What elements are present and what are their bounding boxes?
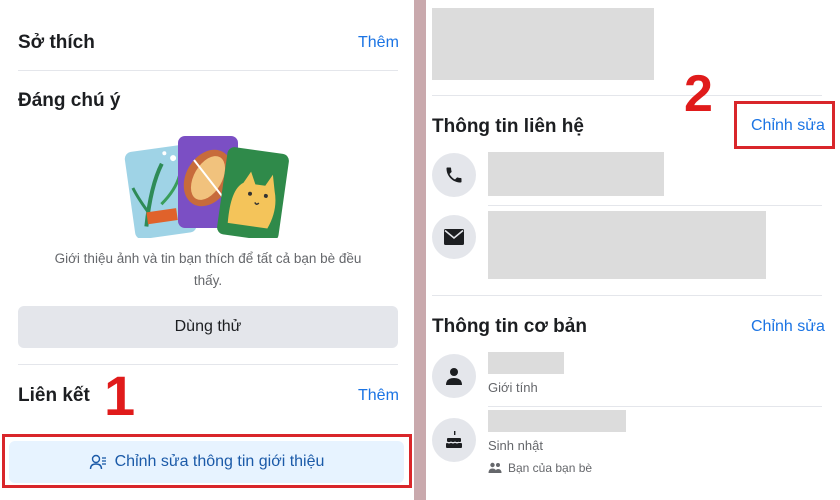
audience-label: Bạn của bạn bè xyxy=(508,461,593,475)
friends-of-friends-icon xyxy=(488,462,502,473)
basic-info-title: Thông tin cơ bản xyxy=(432,316,587,337)
birthday-label: Sinh nhật xyxy=(488,438,543,453)
contact-info-title: Thông tin liên hệ xyxy=(432,116,584,137)
divider xyxy=(488,406,822,407)
birthday-cake-icon xyxy=(446,431,462,448)
person-icon-circle xyxy=(432,354,476,398)
profile-edit-icon xyxy=(89,454,106,470)
person-icon xyxy=(446,368,462,385)
basic-edit-link[interactable]: Chỉnh sửa xyxy=(751,318,825,336)
contact-edit-link[interactable]: Chỉnh sửa xyxy=(751,117,825,135)
email-icon-circle xyxy=(432,215,476,259)
redacted-phone xyxy=(488,152,664,196)
panel-divider xyxy=(414,0,426,500)
step-marker-1: 1 xyxy=(104,364,136,427)
redacted-birthday xyxy=(488,410,626,432)
divider xyxy=(432,295,822,296)
hobbies-title: Sở thích xyxy=(18,32,95,53)
try-button[interactable]: Dùng thử xyxy=(18,306,398,348)
featured-description: Giới thiệu ảnh và tin bạn thích để tất c… xyxy=(18,248,398,292)
featured-description-line: Giới thiệu ảnh và tin bạn thích để tất c… xyxy=(54,251,362,266)
featured-description-line: thấy. xyxy=(193,273,223,288)
cake-icon-circle xyxy=(432,418,476,462)
featured-title: Đáng chú ý xyxy=(18,90,121,111)
featured-cards-illustration xyxy=(124,136,289,238)
redacted-gender xyxy=(488,352,564,374)
phone-icon-circle xyxy=(432,153,476,197)
edit-intro-label: Chỉnh sửa thông tin giới thiệu xyxy=(114,453,325,470)
redacted-email xyxy=(488,211,766,279)
step-marker-2: 2 xyxy=(684,65,713,123)
links-add-link[interactable]: Thêm xyxy=(358,387,399,405)
links-title: Liên kết xyxy=(18,385,90,406)
birthday-audience[interactable]: Bạn của bạn bè xyxy=(488,461,592,475)
redacted-block xyxy=(432,8,654,80)
divider xyxy=(488,205,822,206)
edit-intro-button[interactable]: Chỉnh sửa thông tin giới thiệu xyxy=(9,441,404,483)
try-button-label: Dùng thử xyxy=(174,318,242,335)
divider xyxy=(18,70,398,71)
divider xyxy=(18,364,398,365)
hobbies-add-link[interactable]: Thêm xyxy=(358,34,399,52)
gender-label: Giới tính xyxy=(488,380,538,395)
envelope-icon xyxy=(444,229,464,245)
divider xyxy=(432,95,822,96)
phone-icon xyxy=(446,167,462,183)
